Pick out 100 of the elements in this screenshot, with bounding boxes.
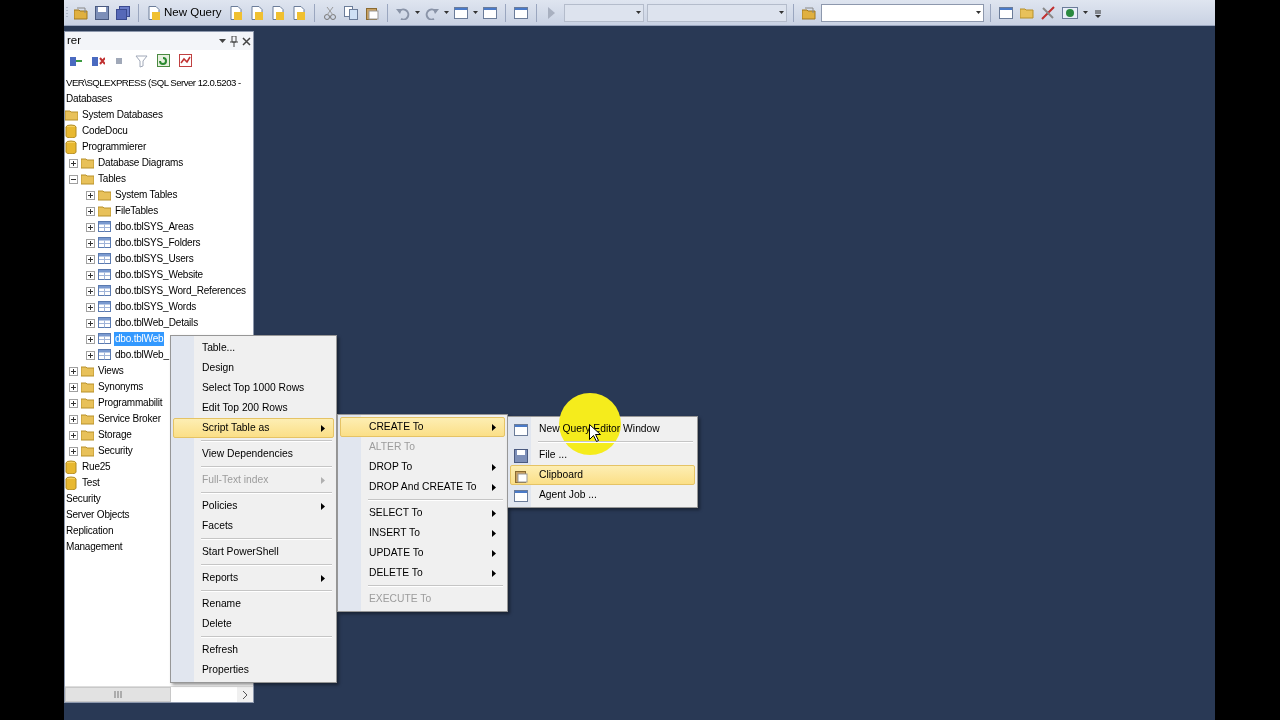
expand-icon[interactable]: [86, 270, 95, 280]
expand-icon[interactable]: [69, 446, 78, 456]
menu-item[interactable]: Delete: [173, 614, 334, 634]
tree-item[interactable]: dbo.tblSYS_Website: [114, 268, 204, 282]
expand-icon[interactable]: [86, 222, 95, 232]
tree-item[interactable]: dbo.tblWeb_: [114, 348, 170, 362]
tree-item[interactable]: dbo.tblSYS_Areas: [114, 220, 195, 234]
tree-item[interactable]: Management: [65, 540, 124, 554]
menu-item[interactable]: Select Top 1000 Rows: [173, 378, 334, 398]
expand-icon[interactable]: [86, 302, 95, 312]
window-button[interactable]: [451, 4, 470, 21]
floppy-disk-button[interactable]: [93, 4, 111, 21]
menu-item[interactable]: Table...: [173, 338, 334, 358]
tree-item[interactable]: Storage: [97, 428, 133, 442]
menu-item[interactable]: DROP And CREATE To: [340, 477, 505, 497]
expand-icon[interactable]: [86, 254, 95, 264]
scroll-right-button[interactable]: [237, 687, 253, 702]
menu-item[interactable]: SELECT To: [340, 503, 505, 523]
caret-icon: [778, 11, 784, 14]
expand-icon[interactable]: [86, 190, 95, 200]
caret-icon[interactable]: [443, 11, 449, 14]
menu-item[interactable]: Properties: [173, 660, 334, 680]
caret-icon[interactable]: [414, 11, 420, 14]
window-button[interactable]: [511, 4, 530, 21]
menu-item[interactable]: Edit Top 200 Rows: [173, 398, 334, 418]
tree-item[interactable]: Test: [81, 476, 101, 490]
tree-item[interactable]: System Tables: [114, 188, 179, 202]
tree-item[interactable]: dbo.tblSYS_Words: [114, 300, 198, 314]
caret-icon[interactable]: [472, 11, 478, 14]
expand-icon[interactable]: [86, 318, 95, 328]
tree-item[interactable]: System Databases: [81, 108, 164, 122]
tree-item[interactable]: Security: [65, 492, 102, 506]
tree-item[interactable]: dbo.tblWeb_Details: [114, 316, 199, 330]
submenu-arrow-icon: [492, 569, 496, 577]
tree-item[interactable]: Rue25: [81, 460, 112, 474]
dropdown-field[interactable]: [646, 3, 787, 22]
tree-item[interactable]: FileTables: [114, 204, 160, 218]
expand-icon[interactable]: [69, 366, 78, 376]
close-icon[interactable]: [242, 36, 251, 46]
table-icon: [98, 236, 111, 250]
menu-item[interactable]: New Query Editor Window: [510, 419, 695, 439]
tree-item[interactable]: Service Broker: [97, 412, 162, 426]
tree-item[interactable]: dbo.tblSYS_Word_References: [114, 284, 247, 298]
collapse-icon[interactable]: [69, 174, 78, 184]
menu-item[interactable]: Start PowerShell: [173, 542, 334, 562]
tree-item[interactable]: Replication: [65, 524, 115, 538]
expand-icon[interactable]: [69, 158, 78, 168]
caret-icon[interactable]: [1082, 11, 1088, 14]
window-button[interactable]: [480, 4, 499, 21]
tree-item[interactable]: Databases: [65, 92, 113, 106]
expand-icon[interactable]: [86, 206, 95, 216]
expand-icon[interactable]: [86, 334, 95, 344]
new-query-button[interactable]: New Query: [145, 4, 224, 21]
tree-item[interactable]: dbo.tblSYS_Folders: [114, 236, 202, 250]
stacked-disks-button[interactable]: [114, 4, 132, 21]
expand-icon[interactable]: [69, 382, 78, 392]
menu-item[interactable]: File ...: [510, 445, 695, 465]
dropdown-icon[interactable]: [219, 39, 226, 43]
expand-icon[interactable]: [86, 238, 95, 248]
pin-icon[interactable]: [230, 35, 238, 47]
menu-item[interactable]: Rename: [173, 594, 334, 614]
refresh-button[interactable]: [155, 53, 173, 69]
activity-monitor-button[interactable]: [177, 53, 195, 69]
expand-icon[interactable]: [69, 430, 78, 440]
tree-item[interactable]: Programmierer: [81, 140, 148, 154]
dropdown-field[interactable]: [820, 3, 984, 22]
expand-icon[interactable]: [86, 350, 95, 360]
menu-item[interactable]: Script Table as: [173, 418, 334, 438]
menu-item[interactable]: Reports: [173, 568, 334, 588]
tree-item[interactable]: Synonyms: [97, 380, 145, 394]
menu-item[interactable]: CREATE To: [340, 417, 505, 437]
window-button[interactable]: [996, 4, 1015, 21]
tree-item[interactable]: dbo.tblSYS_Users: [114, 252, 195, 266]
tree-item[interactable]: Programmabilit: [97, 396, 164, 410]
expand-icon[interactable]: [69, 414, 78, 424]
tree-item[interactable]: Tables: [97, 172, 127, 186]
tree-item[interactable]: Views: [97, 364, 125, 378]
submenu-arrow-icon: [492, 529, 496, 537]
menu-item[interactable]: Refresh: [173, 640, 334, 660]
menu-item[interactable]: Policies: [173, 496, 334, 516]
menu-item[interactable]: View Dependencies: [173, 444, 334, 464]
copy-button[interactable]: [341, 4, 360, 21]
tree-item[interactable]: CodeDocu: [81, 124, 129, 138]
tree-item[interactable]: Database Diagrams: [97, 156, 184, 170]
menu-item[interactable]: DELETE To: [340, 563, 505, 583]
expand-icon[interactable]: [69, 398, 78, 408]
tree-item[interactable]: VER\SQLEXPRESS (SQL Server 12.0.5203 -: [65, 76, 242, 90]
tree-item[interactable]: Server Objects: [65, 508, 131, 522]
toolbar-overflow-icon[interactable]: [1094, 7, 1101, 18]
menu-item[interactable]: UPDATE To: [340, 543, 505, 563]
menu-item[interactable]: Facets: [173, 516, 334, 536]
menu-item[interactable]: Design: [173, 358, 334, 378]
menu-item[interactable]: Clipboard: [510, 465, 695, 485]
menu-item[interactable]: Agent Job ...: [510, 485, 695, 505]
tree-item[interactable]: Security: [97, 444, 134, 458]
menu-item[interactable]: INSERT To: [340, 523, 505, 543]
scrollbar-thumb[interactable]: [65, 687, 171, 702]
expand-icon[interactable]: [86, 286, 95, 296]
menu-item[interactable]: DROP To: [340, 457, 505, 477]
dropdown-field[interactable]: [563, 3, 644, 22]
